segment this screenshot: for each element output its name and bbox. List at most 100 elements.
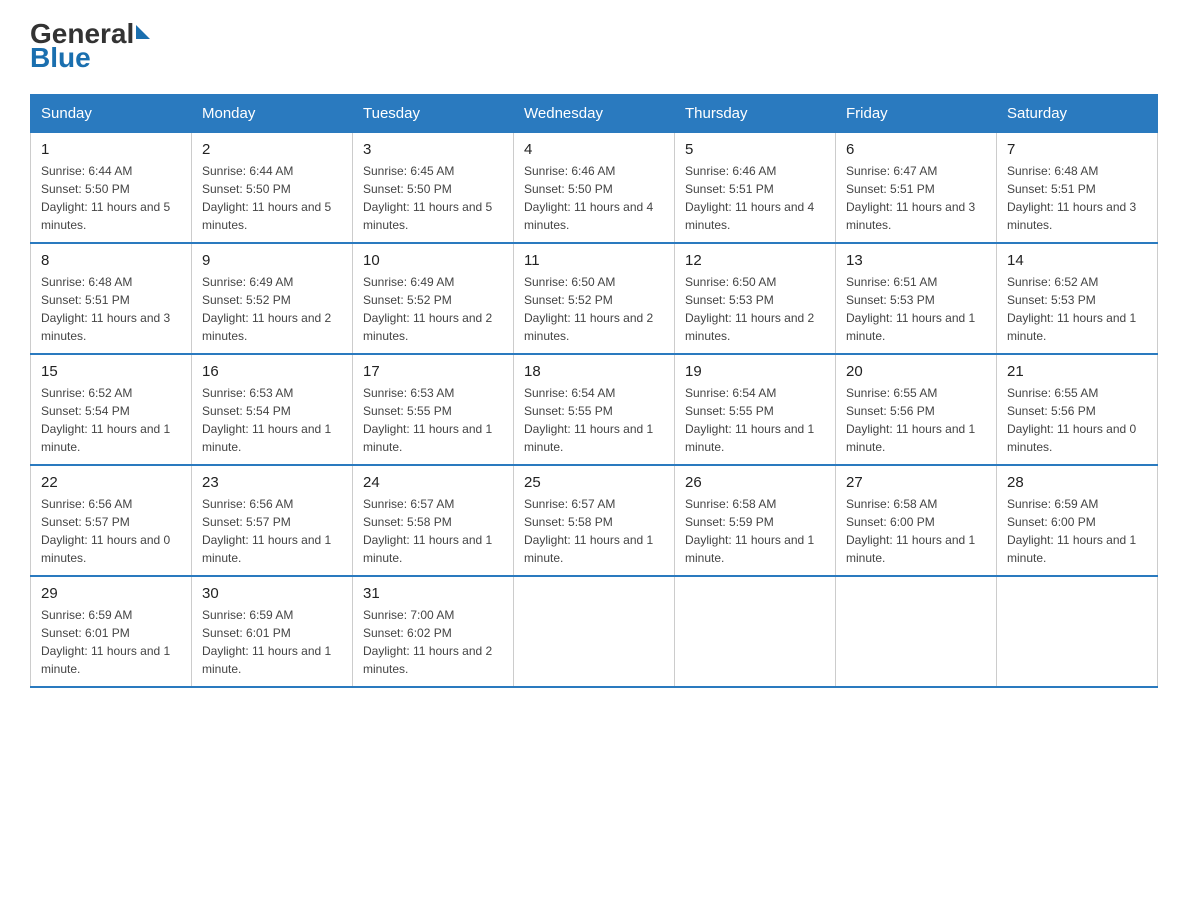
calendar-cell: 18 Sunrise: 6:54 AMSunset: 5:55 PMDaylig… [514,354,675,465]
cell-info: Sunrise: 6:52 AMSunset: 5:54 PMDaylight:… [41,384,181,456]
cell-info: Sunrise: 7:00 AMSunset: 6:02 PMDaylight:… [363,606,503,678]
day-number: 4 [524,141,664,158]
page-header: General Blue [30,20,1158,74]
calendar-cell: 1 Sunrise: 6:44 AMSunset: 5:50 PMDayligh… [31,133,192,244]
day-header-friday: Friday [836,95,997,133]
calendar-cell: 23 Sunrise: 6:56 AMSunset: 5:57 PMDaylig… [192,465,353,576]
day-number: 21 [1007,363,1147,380]
day-number: 17 [363,363,503,380]
calendar-cell: 11 Sunrise: 6:50 AMSunset: 5:52 PMDaylig… [514,243,675,354]
day-number: 10 [363,252,503,269]
cell-info: Sunrise: 6:57 AMSunset: 5:58 PMDaylight:… [524,495,664,567]
cell-info: Sunrise: 6:55 AMSunset: 5:56 PMDaylight:… [1007,384,1147,456]
cell-info: Sunrise: 6:50 AMSunset: 5:52 PMDaylight:… [524,273,664,345]
cell-info: Sunrise: 6:48 AMSunset: 5:51 PMDaylight:… [41,273,181,345]
cell-info: Sunrise: 6:59 AMSunset: 6:01 PMDaylight:… [41,606,181,678]
cell-info: Sunrise: 6:54 AMSunset: 5:55 PMDaylight:… [524,384,664,456]
calendar-cell [997,576,1158,687]
day-number: 7 [1007,141,1147,158]
calendar-cell: 5 Sunrise: 6:46 AMSunset: 5:51 PMDayligh… [675,133,836,244]
day-number: 2 [202,141,342,158]
day-number: 27 [846,474,986,491]
cell-info: Sunrise: 6:52 AMSunset: 5:53 PMDaylight:… [1007,273,1147,345]
calendar-cell: 26 Sunrise: 6:58 AMSunset: 5:59 PMDaylig… [675,465,836,576]
day-number: 5 [685,141,825,158]
day-header-wednesday: Wednesday [514,95,675,133]
day-number: 15 [41,363,181,380]
cell-info: Sunrise: 6:51 AMSunset: 5:53 PMDaylight:… [846,273,986,345]
logo: General Blue [30,20,150,74]
calendar-cell: 31 Sunrise: 7:00 AMSunset: 6:02 PMDaylig… [353,576,514,687]
calendar-cell: 30 Sunrise: 6:59 AMSunset: 6:01 PMDaylig… [192,576,353,687]
cell-info: Sunrise: 6:53 AMSunset: 5:55 PMDaylight:… [363,384,503,456]
calendar-cell: 3 Sunrise: 6:45 AMSunset: 5:50 PMDayligh… [353,133,514,244]
day-number: 16 [202,363,342,380]
cell-info: Sunrise: 6:49 AMSunset: 5:52 PMDaylight:… [202,273,342,345]
calendar-cell: 21 Sunrise: 6:55 AMSunset: 5:56 PMDaylig… [997,354,1158,465]
day-number: 8 [41,252,181,269]
calendar-cell: 9 Sunrise: 6:49 AMSunset: 5:52 PMDayligh… [192,243,353,354]
calendar-header-row: SundayMondayTuesdayWednesdayThursdayFrid… [31,95,1158,133]
calendar-cell [675,576,836,687]
cell-info: Sunrise: 6:59 AMSunset: 6:00 PMDaylight:… [1007,495,1147,567]
cell-info: Sunrise: 6:58 AMSunset: 5:59 PMDaylight:… [685,495,825,567]
calendar-cell: 25 Sunrise: 6:57 AMSunset: 5:58 PMDaylig… [514,465,675,576]
cell-info: Sunrise: 6:50 AMSunset: 5:53 PMDaylight:… [685,273,825,345]
cell-info: Sunrise: 6:44 AMSunset: 5:50 PMDaylight:… [41,162,181,234]
cell-info: Sunrise: 6:47 AMSunset: 5:51 PMDaylight:… [846,162,986,234]
day-number: 1 [41,141,181,158]
week-row-3: 15 Sunrise: 6:52 AMSunset: 5:54 PMDaylig… [31,354,1158,465]
day-number: 25 [524,474,664,491]
calendar-cell: 10 Sunrise: 6:49 AMSunset: 5:52 PMDaylig… [353,243,514,354]
calendar-cell: 15 Sunrise: 6:52 AMSunset: 5:54 PMDaylig… [31,354,192,465]
cell-info: Sunrise: 6:46 AMSunset: 5:50 PMDaylight:… [524,162,664,234]
cell-info: Sunrise: 6:56 AMSunset: 5:57 PMDaylight:… [41,495,181,567]
day-number: 6 [846,141,986,158]
calendar-cell: 19 Sunrise: 6:54 AMSunset: 5:55 PMDaylig… [675,354,836,465]
calendar-cell: 28 Sunrise: 6:59 AMSunset: 6:00 PMDaylig… [997,465,1158,576]
calendar-cell: 17 Sunrise: 6:53 AMSunset: 5:55 PMDaylig… [353,354,514,465]
logo-text-blue: Blue [30,42,150,74]
cell-info: Sunrise: 6:55 AMSunset: 5:56 PMDaylight:… [846,384,986,456]
day-number: 9 [202,252,342,269]
day-header-monday: Monday [192,95,353,133]
cell-info: Sunrise: 6:45 AMSunset: 5:50 PMDaylight:… [363,162,503,234]
calendar-cell: 22 Sunrise: 6:56 AMSunset: 5:57 PMDaylig… [31,465,192,576]
day-number: 24 [363,474,503,491]
week-row-4: 22 Sunrise: 6:56 AMSunset: 5:57 PMDaylig… [31,465,1158,576]
day-header-sunday: Sunday [31,95,192,133]
day-number: 13 [846,252,986,269]
day-number: 12 [685,252,825,269]
day-header-tuesday: Tuesday [353,95,514,133]
day-number: 11 [524,252,664,269]
calendar-cell: 8 Sunrise: 6:48 AMSunset: 5:51 PMDayligh… [31,243,192,354]
day-number: 19 [685,363,825,380]
calendar-cell: 27 Sunrise: 6:58 AMSunset: 6:00 PMDaylig… [836,465,997,576]
calendar-cell: 13 Sunrise: 6:51 AMSunset: 5:53 PMDaylig… [836,243,997,354]
day-number: 20 [846,363,986,380]
cell-info: Sunrise: 6:56 AMSunset: 5:57 PMDaylight:… [202,495,342,567]
week-row-2: 8 Sunrise: 6:48 AMSunset: 5:51 PMDayligh… [31,243,1158,354]
week-row-1: 1 Sunrise: 6:44 AMSunset: 5:50 PMDayligh… [31,133,1158,244]
cell-info: Sunrise: 6:46 AMSunset: 5:51 PMDaylight:… [685,162,825,234]
week-row-5: 29 Sunrise: 6:59 AMSunset: 6:01 PMDaylig… [31,576,1158,687]
cell-info: Sunrise: 6:48 AMSunset: 5:51 PMDaylight:… [1007,162,1147,234]
calendar-cell: 29 Sunrise: 6:59 AMSunset: 6:01 PMDaylig… [31,576,192,687]
cell-info: Sunrise: 6:54 AMSunset: 5:55 PMDaylight:… [685,384,825,456]
calendar-cell: 24 Sunrise: 6:57 AMSunset: 5:58 PMDaylig… [353,465,514,576]
day-number: 30 [202,585,342,602]
cell-info: Sunrise: 6:59 AMSunset: 6:01 PMDaylight:… [202,606,342,678]
day-number: 26 [685,474,825,491]
day-number: 29 [41,585,181,602]
calendar-cell: 6 Sunrise: 6:47 AMSunset: 5:51 PMDayligh… [836,133,997,244]
calendar-cell [836,576,997,687]
calendar-cell [514,576,675,687]
calendar-cell: 4 Sunrise: 6:46 AMSunset: 5:50 PMDayligh… [514,133,675,244]
cell-info: Sunrise: 6:53 AMSunset: 5:54 PMDaylight:… [202,384,342,456]
day-header-thursday: Thursday [675,95,836,133]
day-number: 23 [202,474,342,491]
cell-info: Sunrise: 6:44 AMSunset: 5:50 PMDaylight:… [202,162,342,234]
calendar-cell: 14 Sunrise: 6:52 AMSunset: 5:53 PMDaylig… [997,243,1158,354]
calendar-cell: 2 Sunrise: 6:44 AMSunset: 5:50 PMDayligh… [192,133,353,244]
day-number: 3 [363,141,503,158]
